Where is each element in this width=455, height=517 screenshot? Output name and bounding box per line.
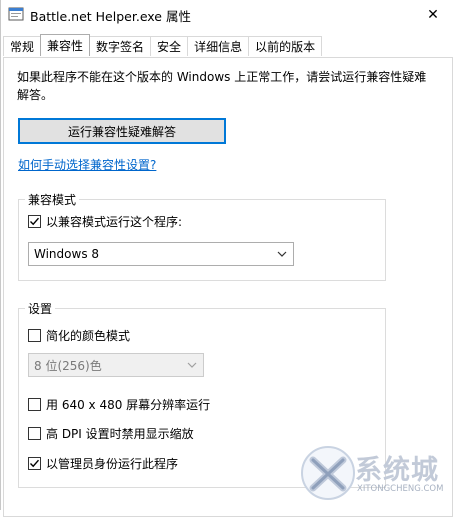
run-as-admin-label: 以管理员身份运行此程序 <box>46 457 179 471</box>
color-mode-select[interactable]: 8 位(256)色 <box>28 353 204 377</box>
high-dpi-label: 高 DPI 设置时禁用显示缩放 <box>46 427 194 441</box>
color-mode-value: 8 位(256)色 <box>34 358 102 373</box>
close-icon: ✕ <box>427 7 439 23</box>
chevron-down-icon <box>187 362 197 368</box>
settings-group-label: 设置 <box>25 300 56 317</box>
properties-window: Battle.net Helper.exe 属性 ✕ 常规 兼容性 数字签名 安… <box>0 0 455 517</box>
compat-mode-checkbox-label: 以兼容模式运行这个程序: <box>46 215 183 229</box>
compat-mode-group: 兼容模式 <box>18 191 386 281</box>
window-title: Battle.net Helper.exe 属性 <box>30 9 191 24</box>
watermark-logo-icon <box>301 446 355 500</box>
app-icon <box>8 6 24 22</box>
run-as-admin-row[interactable]: 以管理员身份运行此程序 <box>28 455 178 472</box>
high-dpi-row[interactable]: 高 DPI 设置时禁用显示缩放 <box>28 425 194 442</box>
run-troubleshooter-button[interactable]: 运行兼容性疑难解答 <box>18 118 226 144</box>
site-watermark: 系统城 XITONGCHENG.COM <box>299 442 449 504</box>
checkmark-icon <box>30 459 40 468</box>
title-bar[interactable]: Battle.net Helper.exe 属性 ✕ <box>1 0 455 32</box>
watermark-brand-text: 系统城 <box>355 455 439 486</box>
manual-settings-link[interactable]: 如何手动选择兼容性设置? <box>18 156 156 173</box>
run-as-admin-checkbox[interactable] <box>28 457 41 470</box>
tab-general[interactable]: 常规 <box>3 36 42 56</box>
close-button[interactable]: ✕ <box>410 0 455 30</box>
reduced-color-row[interactable]: 简化的颜色模式 <box>28 327 130 344</box>
res-640-label: 用 640 x 480 屏幕分辨率运行 <box>46 398 211 412</box>
compat-mode-group-label: 兼容模式 <box>25 191 80 208</box>
res-640-checkbox[interactable] <box>28 398 41 411</box>
high-dpi-checkbox[interactable] <box>28 427 41 440</box>
chevron-down-icon <box>277 251 287 257</box>
intro-text: 如果此程序不能在这个版本的 Windows 上正常工作，请尝试运行兼容性疑难解答… <box>17 70 427 102</box>
watermark-url-text: XITONGCHENG.COM <box>357 484 444 494</box>
tab-details[interactable]: 详细信息 <box>187 36 250 56</box>
reduced-color-label: 简化的颜色模式 <box>46 329 131 343</box>
res-640-row[interactable]: 用 640 x 480 屏幕分辨率运行 <box>28 396 210 413</box>
compat-os-value: Windows 8 <box>34 247 100 261</box>
compat-os-select[interactable]: Windows 8 <box>28 242 294 266</box>
reduced-color-checkbox[interactable] <box>28 329 41 342</box>
tab-strip: 常规 兼容性 数字签名 安全 详细信息 以前的版本 <box>3 34 323 58</box>
checkmark-icon <box>30 217 40 226</box>
compat-mode-checkbox-row[interactable]: 以兼容模式运行这个程序: <box>28 213 182 230</box>
tab-security[interactable]: 安全 <box>150 36 189 56</box>
compat-mode-checkbox[interactable] <box>28 215 41 228</box>
tab-digital-signatures[interactable]: 数字签名 <box>89 36 152 56</box>
tab-compatibility[interactable]: 兼容性 <box>40 34 91 56</box>
tab-previous-versions[interactable]: 以前的版本 <box>248 36 323 56</box>
